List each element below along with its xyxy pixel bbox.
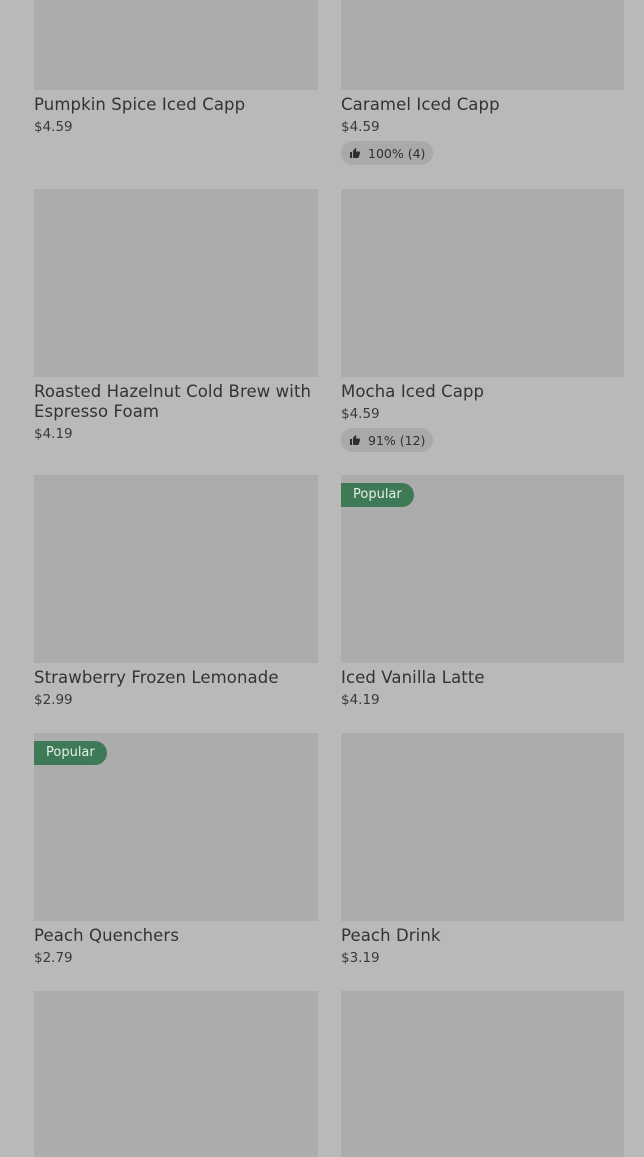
product-card-pumpkin-spice-iced-capp[interactable]: Pumpkin Spice Iced Capp $4.59 [34,0,318,135]
popular-badge: Popular [341,483,414,507]
rating-pill: 91% (12) [341,428,434,452]
product-image [341,0,624,90]
rating-text: 91% (12) [368,432,426,448]
product-price: $4.59 [341,119,380,135]
product-image [341,189,624,377]
thumbs-up-icon [350,148,360,158]
product-name: Peach Drink [341,926,441,945]
product-image [341,991,624,1157]
product-card-caramel-iced-capp[interactable]: Caramel Iced Capp $4.59 100% (4) [341,0,624,165]
product-name: Pumpkin Spice Iced Capp [34,95,246,114]
product-image [34,189,318,377]
product-card-strawberry-frozen-lemonade[interactable]: Strawberry Frozen Lemonade $2.99 [34,475,318,708]
rating-pill: 100% (4) [341,141,434,165]
product-price: $4.19 [341,692,380,708]
product-name: Mocha Iced Capp [341,382,485,401]
product-price: $2.99 [34,692,73,708]
product-image [34,475,318,663]
rating-text: 100% (4) [368,145,426,161]
product-image: Popular [34,733,318,921]
product-name: Iced Vanilla Latte [341,668,485,687]
product-price: $4.19 [34,426,73,442]
product-name: Strawberry Frozen Lemonade [34,668,279,687]
product-image [341,733,624,921]
product-image [34,991,318,1157]
product-image: Popular [341,475,624,663]
product-price: $3.19 [341,950,380,966]
product-image [34,0,318,90]
product-card-mocha-iced-capp[interactable]: Mocha Iced Capp $4.59 91% (12) [341,189,624,452]
popular-badge: Popular [34,741,107,765]
product-card-peach-quenchers[interactable]: Popular Peach Quenchers $2.79 [34,733,318,966]
product-price: $4.59 [341,406,380,422]
product-card-roasted-hazelnut-cold-brew[interactable]: Roasted Hazelnut Cold Brew with Espresso… [34,189,318,442]
product-card-peach-drink[interactable]: Peach Drink $3.19 [341,733,624,966]
thumbs-up-icon [350,435,360,445]
product-card-iced-vanilla-latte[interactable]: Popular Iced Vanilla Latte $4.19 [341,475,624,708]
product-card[interactable] [34,991,318,1157]
product-price: $2.79 [34,950,73,966]
product-card[interactable] [341,991,624,1157]
product-name: Roasted Hazelnut Cold Brew with Espresso… [34,382,312,421]
product-name: Caramel Iced Capp [341,95,500,114]
product-name: Peach Quenchers [34,926,180,945]
product-price: $4.59 [34,119,73,135]
